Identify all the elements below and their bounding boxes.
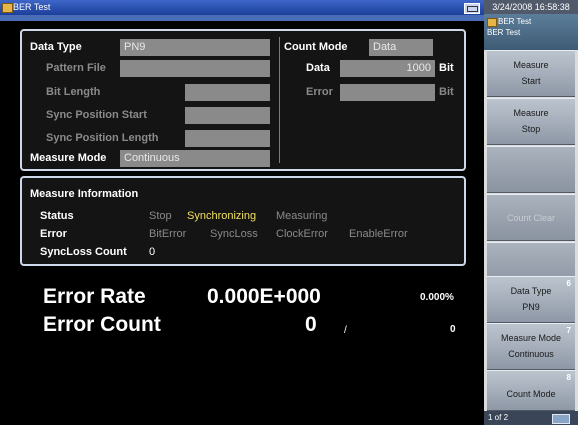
blank-function-key-3[interactable] <box>487 146 575 193</box>
error-rate-percent: 0.000% <box>420 292 454 303</box>
restore-icon <box>467 6 478 12</box>
error-label: Error <box>306 86 333 98</box>
syncloss-count-value: 0 <box>149 246 156 258</box>
error-status-label: Error <box>40 228 67 240</box>
button-label: Count Clear <box>506 213 556 223</box>
button-sublabel: Start <box>521 76 541 86</box>
measure-information-panel: Measure Information Status Stop Synchron… <box>20 176 466 266</box>
count-mode-field[interactable]: Data <box>369 39 433 56</box>
sidebar-header-title: BER Test <box>498 17 532 26</box>
measure-mode-button[interactable]: 7 Measure Mode Continuous <box>487 323 575 370</box>
pattern-file-label: Pattern File <box>46 62 106 74</box>
status-stop: Stop <box>149 210 172 222</box>
error-count-label: Error Count <box>43 313 161 336</box>
main-window: BER Test Data Type PN9 Pattern File Bit … <box>0 0 484 425</box>
data-count-field[interactable]: 1000 <box>340 60 435 77</box>
button-label: Measure Mode <box>500 333 562 343</box>
button-sublabel: Stop <box>521 124 541 134</box>
bit-length-field[interactable] <box>185 84 270 101</box>
sync-position-start-label: Sync Position Start <box>46 109 147 121</box>
window-title: BER Test <box>13 2 51 12</box>
button-label: Measure <box>513 108 549 118</box>
sidebar-header: BER Test BER Test <box>484 14 578 50</box>
sidebar-header-subtitle: BER Test <box>487 28 521 37</box>
button-sublabel: PN9 <box>522 302 540 312</box>
title-bar: BER Test <box>0 0 484 15</box>
data-type-button[interactable]: 6 Data Type PN9 <box>487 276 575 323</box>
count-mode-button[interactable]: 8 Count Mode <box>487 370 575 411</box>
error-rate-label: Error Rate <box>43 285 146 308</box>
error-count-total: 0 <box>450 324 456 335</box>
status-measuring: Measuring <box>276 210 328 222</box>
error-syncloss: SyncLoss <box>210 228 258 240</box>
error-biterror: BitError <box>149 228 187 240</box>
data-type-field[interactable]: PN9 <box>120 39 270 56</box>
status-synchronizing: Synchronizing <box>187 210 257 222</box>
data-type-label: Data Type <box>30 41 82 53</box>
count-mode-label: Count Mode <box>284 41 348 53</box>
data-label: Data <box>306 62 330 74</box>
app-icon <box>2 3 13 13</box>
error-rate-value: 0.000E+000 <box>207 285 321 308</box>
page-number: 1 of 2 <box>488 413 509 422</box>
key-number: 8 <box>566 373 571 382</box>
error-count-field[interactable] <box>340 84 435 101</box>
measure-information-title: Measure Information <box>30 188 139 200</box>
error-enableerror: EnableError <box>349 228 408 240</box>
app-icon <box>487 18 497 27</box>
window-restore-button[interactable] <box>464 3 480 14</box>
measure-mode-label: Measure Mode <box>30 152 107 164</box>
clock: 3/24/2008 16:58:38 <box>484 0 578 14</box>
error-count-separator: / <box>344 325 347 336</box>
sync-position-length-label: Sync Position Length <box>46 132 159 144</box>
button-label: Measure <box>513 60 549 70</box>
status-label: Status <box>40 210 74 222</box>
next-page-icon[interactable] <box>552 414 570 424</box>
settings-panel: Data Type PN9 Pattern File Bit Length Sy… <box>20 29 466 171</box>
measure-stop-button[interactable]: Measure Stop <box>487 98 575 145</box>
syncloss-count-label: SyncLoss Count <box>40 246 127 258</box>
bit-length-label: Bit Length <box>46 86 101 98</box>
measure-start-button[interactable]: Measure Start <box>487 50 575 97</box>
content-area: Data Type PN9 Pattern File Bit Length Sy… <box>0 15 484 425</box>
error-count-value: 0 <box>305 313 317 336</box>
page-indicator: 1 of 2 <box>484 411 578 425</box>
button-sublabel: Continuous <box>508 349 554 359</box>
error-clockerror: ClockError <box>276 228 328 240</box>
sync-position-start-field[interactable] <box>185 107 270 124</box>
data-unit: Bit <box>439 62 454 74</box>
button-label: Count Mode <box>506 389 556 399</box>
panel-divider <box>279 37 280 163</box>
button-label: Data Type <box>510 286 552 296</box>
error-unit: Bit <box>439 86 454 98</box>
count-clear-button[interactable]: Count Clear <box>487 194 575 241</box>
pattern-file-field[interactable] <box>120 60 270 77</box>
measure-mode-field[interactable]: Continuous <box>120 150 270 167</box>
sync-position-length-field[interactable] <box>185 130 270 147</box>
